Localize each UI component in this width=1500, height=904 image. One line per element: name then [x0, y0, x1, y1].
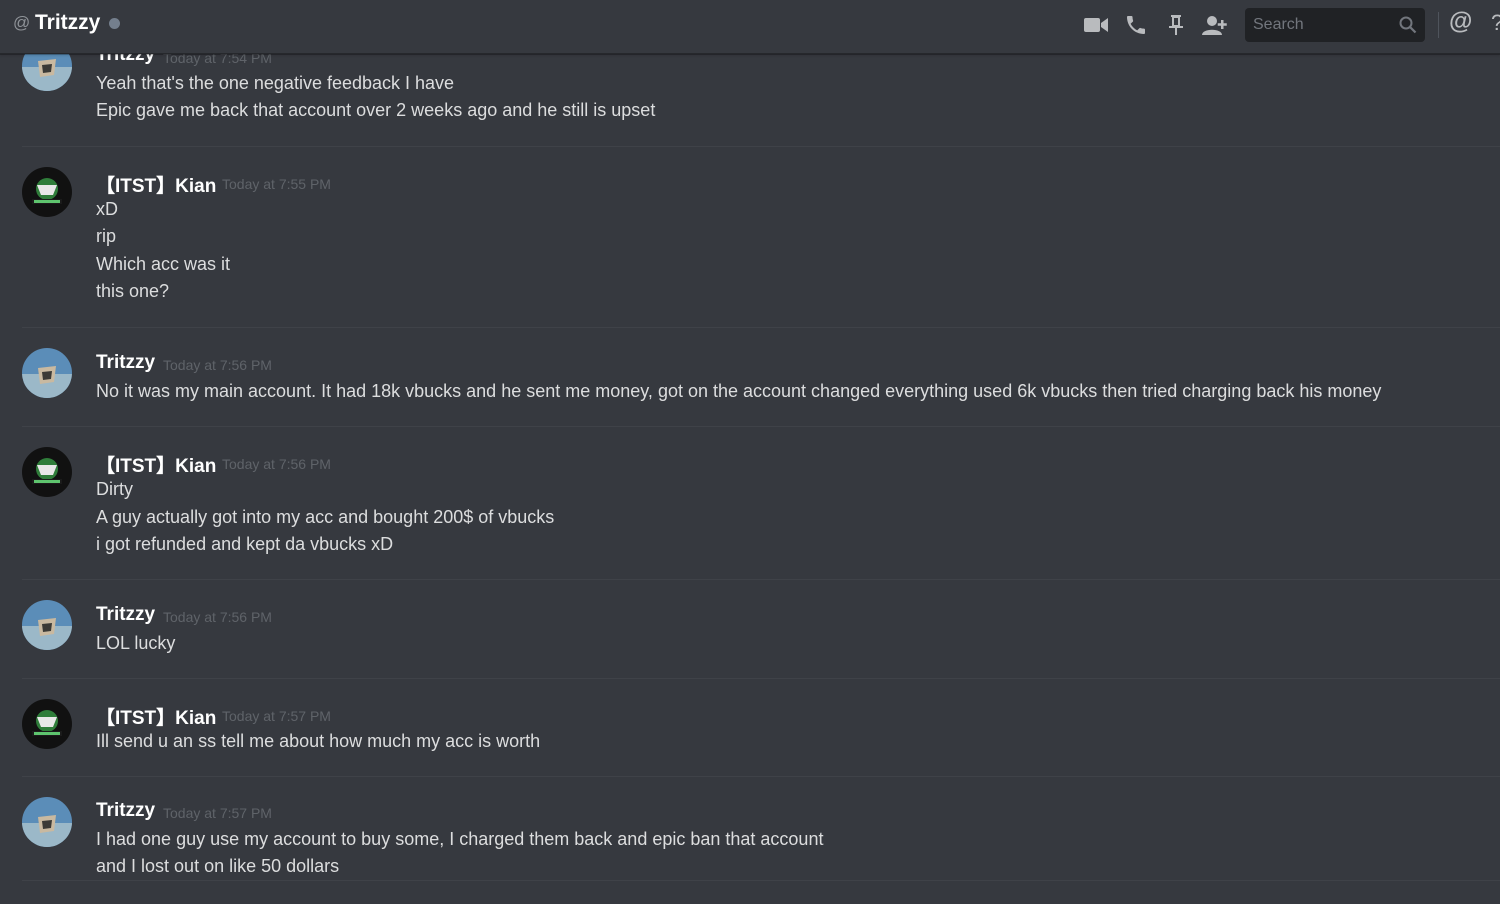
message-text: i got refunded and kept da vbucks xD — [96, 534, 394, 554]
message-timestamp: Today at 7:57 PM — [163, 805, 272, 821]
message-text: LOL lucky — [96, 633, 176, 653]
message-group: Tritzzy Today at 7:56 PM No it was my ma… — [0, 328, 1500, 427]
status-indicator — [109, 18, 120, 29]
header-divider — [1438, 12, 1439, 38]
search-input[interactable]: Search — [1245, 8, 1425, 42]
message-text: and I lost out on like 50 dollars — [96, 856, 340, 876]
message-timestamp: Today at 7:56 PM — [222, 456, 331, 472]
tritzzy-avatar[interactable] — [22, 348, 72, 398]
message-author[interactable]: 【ITST】Kian — [96, 171, 216, 198]
message-text: Dirty — [96, 479, 133, 499]
message-author[interactable]: Tritzzy — [96, 604, 155, 626]
message-divider — [22, 880, 1500, 881]
message-author[interactable]: 【ITST】Kian — [96, 451, 216, 478]
pin-icon[interactable] — [1161, 11, 1191, 39]
message-timestamp: Today at 7:57 PM — [222, 708, 331, 724]
help-icon[interactable]: ? — [1491, 10, 1500, 36]
message-timestamp: Today at 7:56 PM — [163, 357, 272, 373]
at-icon: @ — [13, 13, 31, 32]
kian-avatar[interactable] — [22, 447, 72, 497]
mentions-icon[interactable]: @ — [1449, 8, 1472, 36]
message-list: Tritzzy Today at 7:54 PM Yeah that's the… — [0, 0, 1500, 904]
message-author[interactable]: 【ITST】Kian — [96, 703, 216, 730]
search-icon[interactable] — [1399, 16, 1417, 39]
message-text: Yeah that's the one negative feedback I … — [96, 73, 455, 93]
message-text: Epic gave me back that account over 2 we… — [96, 100, 656, 120]
message-group: 【ITST】Kian Today at 7:57 PM Ill send u a… — [0, 679, 1500, 777]
message-text: A guy actually got into my acc and bough… — [96, 507, 555, 527]
message-timestamp: Today at 7:55 PM — [222, 176, 331, 192]
message-text: this one? — [96, 281, 170, 301]
message-text: Which acc was it — [96, 254, 231, 274]
message-group: Tritzzy Today at 7:57 PM I had one guy u… — [0, 777, 1500, 881]
message-text: rip — [96, 226, 117, 246]
message-timestamp: Today at 7:56 PM — [163, 609, 272, 625]
message-author[interactable]: Tritzzy — [96, 800, 155, 822]
add-friend-icon[interactable] — [1200, 11, 1230, 39]
message-text: xD — [96, 199, 118, 219]
channel-title: Tritzzy — [35, 11, 101, 34]
message-text: No it was my main account. It had 18k vb… — [96, 381, 1382, 401]
voice-call-icon[interactable] — [1121, 11, 1151, 39]
kian-avatar[interactable] — [22, 699, 72, 749]
message-text: Ill send u an ss tell me about how much … — [96, 731, 541, 751]
tritzzy-avatar[interactable] — [22, 797, 72, 847]
message-author[interactable]: Tritzzy — [96, 352, 155, 374]
tritzzy-avatar[interactable] — [22, 600, 72, 650]
message-group: Tritzzy Today at 7:56 PM LOL lucky — [0, 580, 1500, 679]
message-text: I had one guy use my account to buy some… — [96, 829, 824, 849]
message-group: 【ITST】Kian Today at 7:55 PM xD rip Which… — [0, 147, 1500, 328]
kian-avatar[interactable] — [22, 167, 72, 217]
channel-header: @ Tritzzy Search @ ? — [0, 0, 1500, 54]
video-call-icon[interactable] — [1081, 11, 1111, 39]
search-placeholder: Search — [1253, 16, 1304, 33]
message-group: 【ITST】Kian Today at 7:56 PM Dirty A guy … — [0, 427, 1500, 580]
